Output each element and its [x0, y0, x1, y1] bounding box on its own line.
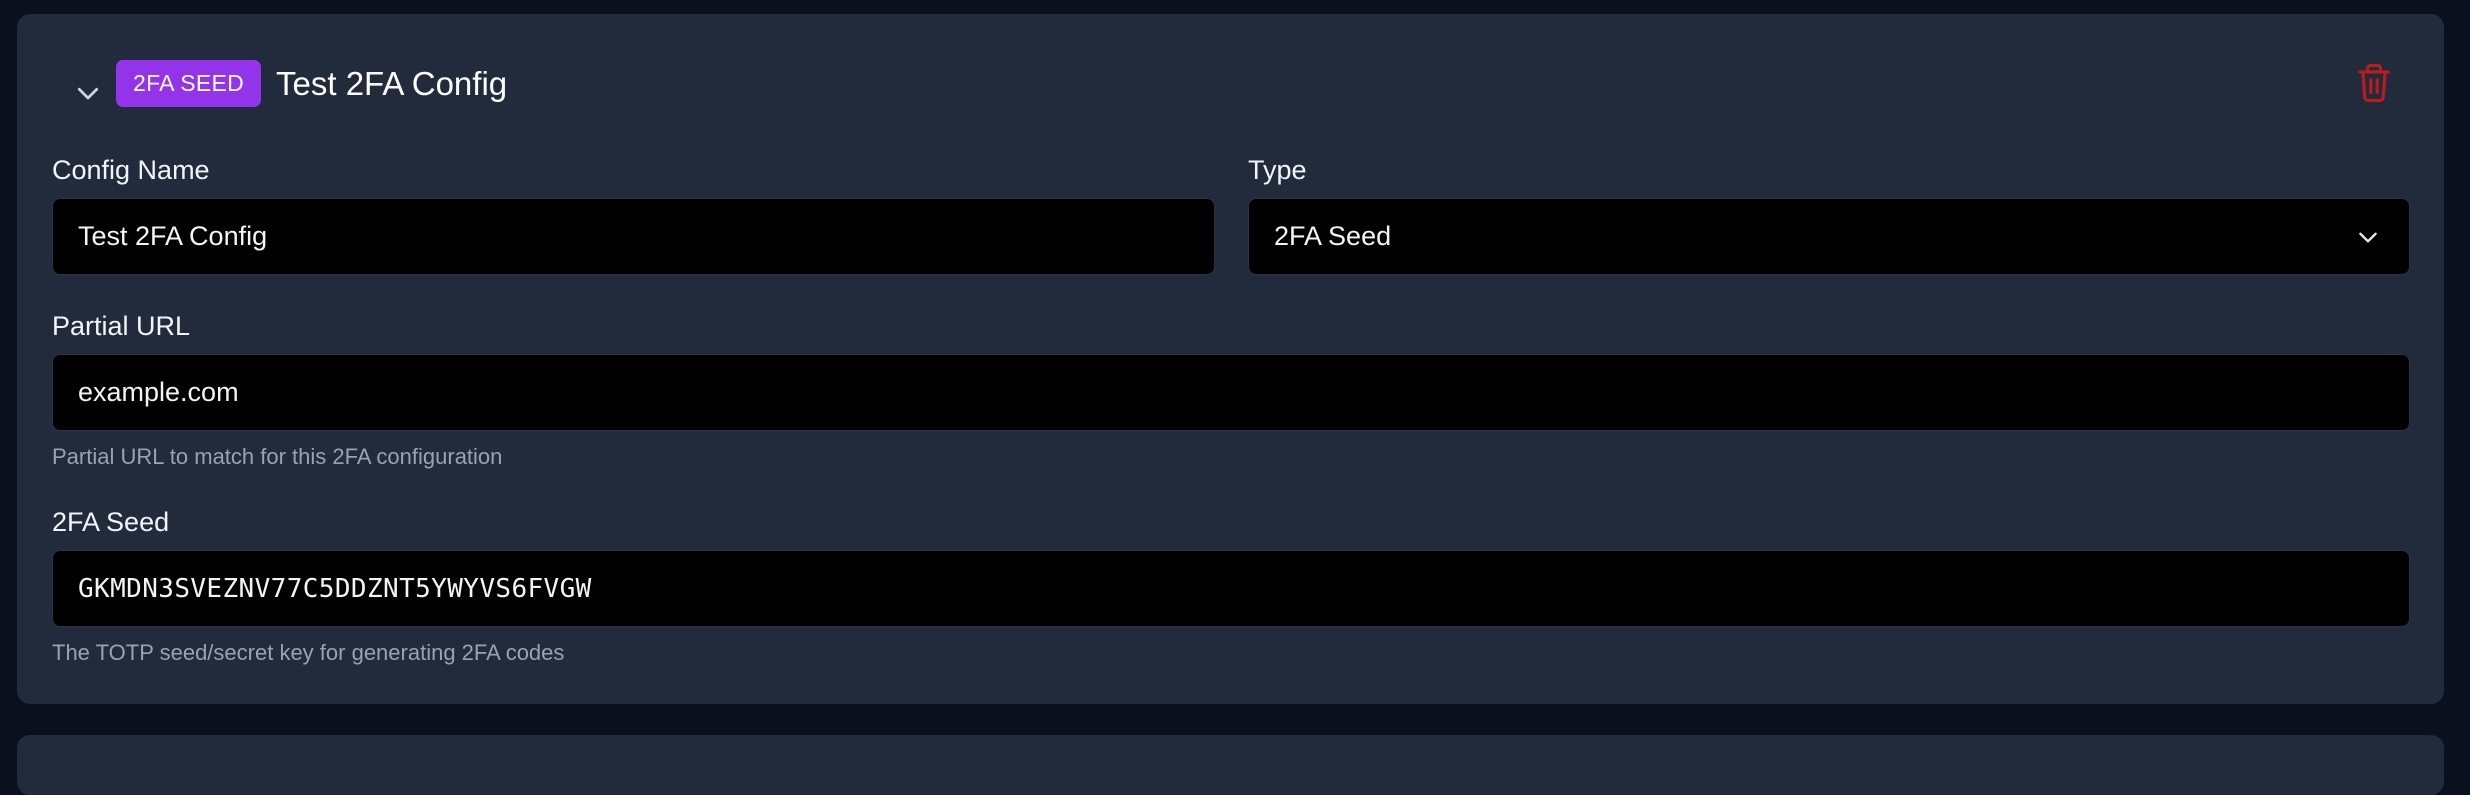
chevron-down-icon [2352, 221, 2384, 253]
config-name-label: Config Name [52, 155, 210, 185]
config-card-header[interactable]: 2FA SEED Test 2FA Config [17, 14, 2444, 154]
partial-url-helper: Partial URL to match for this 2FA config… [52, 444, 503, 469]
type-label: Type [1248, 155, 1307, 185]
config-name-input[interactable]: Test 2FA Config [52, 198, 1215, 275]
partial-url-input[interactable]: example.com [52, 354, 2410, 431]
type-select-value: 2FA Seed [1274, 221, 1392, 251]
partial-url-value: example.com [78, 377, 239, 407]
seed-value: GKMDN3SVEZNV77C5DDZNT5YWYVS6FVGW [78, 573, 592, 604]
chevron-down-icon [73, 78, 103, 113]
type-select[interactable]: 2FA Seed [1248, 198, 2410, 275]
seed-helper: The TOTP seed/secret key for generating … [52, 640, 565, 665]
trash-icon [2355, 62, 2393, 109]
next-config-card [17, 735, 2444, 795]
partial-url-label: Partial URL [52, 311, 191, 341]
collapse-toggle-button[interactable] [59, 66, 117, 124]
type-badge: 2FA SEED [116, 60, 262, 107]
seed-label: 2FA Seed [52, 507, 170, 537]
delete-config-button[interactable] [2348, 59, 2400, 111]
seed-input[interactable]: GKMDN3SVEZNV77C5DDZNT5YWYVS6FVGW [52, 550, 2410, 627]
config-title: Test 2FA Config [276, 65, 508, 102]
config-name-value: Test 2FA Config [78, 221, 268, 251]
config-card: 2FA SEED Test 2FA Config Config Name Tes… [17, 14, 2444, 704]
